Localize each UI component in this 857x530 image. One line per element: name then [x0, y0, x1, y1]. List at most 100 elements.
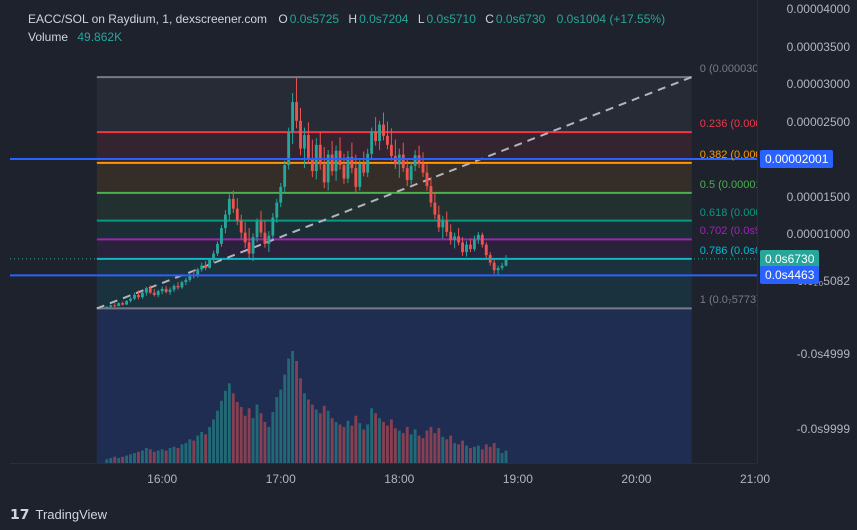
candle-body: [382, 124, 385, 136]
volume-bar: [413, 429, 417, 463]
volume-bar: [338, 424, 342, 463]
time-axis[interactable]: 16:00 17:00 18:00 19:00 20:00 21:00: [10, 463, 770, 492]
price-tag[interactable]: 0.0s6730: [760, 249, 820, 268]
price-tag[interactable]: 0.0s4463: [760, 266, 820, 285]
candle-body: [129, 298, 132, 301]
volume-bar: [437, 428, 441, 463]
candle-body: [366, 153, 370, 173]
volume-bar: [472, 446, 476, 463]
candle-body: [133, 294, 136, 299]
fib-zone: [96, 162, 692, 193]
price-tick-label: 0.00001000: [786, 227, 850, 242]
fib-zone: [96, 239, 692, 259]
volume-bar: [310, 404, 314, 463]
footer: 𝟭𝟳 TradingView: [0, 500, 857, 530]
candle-body: [160, 288, 164, 292]
fib-zone: [96, 77, 692, 133]
fib-zone: [96, 192, 692, 221]
candle-body: [176, 285, 180, 288]
volume-bar: [326, 410, 330, 463]
volume-bar: [168, 448, 172, 463]
candle-body: [413, 155, 417, 166]
volume-bar: [172, 446, 176, 463]
candle-body: [393, 156, 397, 165]
volume-bar: [303, 393, 306, 463]
volume-bar: [148, 449, 152, 463]
legend-low-label: L: [417, 12, 425, 26]
time-tick-label: 18:00: [384, 472, 415, 486]
volume-bar: [144, 448, 148, 463]
volume-bar: [251, 418, 255, 463]
plot-area[interactable]: EACC/SOL on Raydium, 1, dexscreener.com …: [10, 0, 757, 463]
volume-bar: [235, 402, 239, 463]
candle-body: [168, 289, 172, 292]
fib-level-label: 0.618 (0.0000118: [699, 206, 757, 219]
candle-body: [401, 154, 405, 169]
candle-body: [216, 243, 219, 254]
candle-body: [441, 220, 445, 228]
legend-open: 0.0s5725: [289, 12, 340, 26]
candle-body: [461, 242, 464, 253]
fib-level-label: 0 (0.00003093): [699, 63, 757, 76]
fib-level-label: 0.702 (0.0s9259): [699, 225, 757, 238]
volume-bar: [350, 425, 354, 463]
volume-bar: [295, 360, 298, 463]
candle-body: [125, 300, 129, 305]
legend-high: 0.0s7204: [359, 12, 409, 26]
candle-body: [164, 288, 168, 292]
volume-bar: [330, 418, 334, 463]
volume-bar: [314, 409, 318, 463]
candle-body: [291, 102, 295, 133]
time-tick-label: 19:00: [502, 472, 533, 486]
candle-body: [433, 202, 437, 215]
candle-body: [263, 232, 267, 244]
time-tick-label: 20:00: [621, 472, 652, 486]
candle-body: [235, 208, 239, 221]
candle-body: [259, 221, 263, 233]
volume-bar: [267, 426, 271, 463]
volume-bar: [366, 424, 370, 463]
volume-bar: [275, 397, 279, 463]
volume-bar: [469, 448, 472, 463]
volume-bar: [263, 421, 267, 463]
volume-bar: [140, 450, 144, 463]
volume-bar: [405, 426, 409, 463]
legend-high-label: H: [348, 12, 358, 26]
volume-bar: [334, 421, 338, 463]
candle-body: [457, 236, 461, 243]
legend-symbol[interactable]: EACC/SOL on Raydium, 1, dexscreener.com: [28, 12, 267, 26]
tradingview-logo[interactable]: 𝟭𝟳 TradingView: [10, 506, 107, 523]
candle-body: [251, 237, 255, 254]
volume-bar: [429, 426, 433, 463]
price-tick-label: -0.0s4999: [796, 347, 850, 362]
candle-body: [484, 244, 488, 256]
candle-body: [243, 232, 247, 243]
price-axis[interactable]: 0.00004000 0.00003500 0.00003000 0.00002500…: [757, 0, 857, 463]
candle-body: [180, 282, 184, 288]
candle-body: [152, 292, 156, 295]
candle-body: [144, 288, 148, 293]
price-tag[interactable]: 0.00002001: [760, 150, 834, 168]
candle-body: [255, 221, 259, 238]
volume-bar: [160, 449, 164, 463]
volume-bar: [484, 444, 488, 463]
time-tick-label: 17:00: [265, 472, 296, 486]
candle-body: [105, 306, 109, 308]
candle-body: [362, 163, 366, 173]
candle-body: [200, 265, 204, 270]
chart-svg[interactable]: [10, 0, 757, 463]
volume-bar: [129, 454, 132, 463]
volume-bar: [216, 410, 219, 463]
candle-body: [338, 150, 342, 166]
tradingview-logo-icon: 𝟭𝟳: [10, 506, 30, 522]
volume-bar: [496, 448, 500, 463]
volume-bar: [346, 420, 350, 463]
candle-body: [117, 303, 121, 307]
candle-body: [500, 265, 504, 268]
candle-body: [204, 265, 208, 268]
candle-body: [480, 234, 484, 245]
volume-bar: [133, 453, 136, 463]
candle-body: [231, 198, 235, 209]
legend-low: 0.0s5710: [426, 12, 476, 26]
volume-bar: [137, 451, 140, 463]
